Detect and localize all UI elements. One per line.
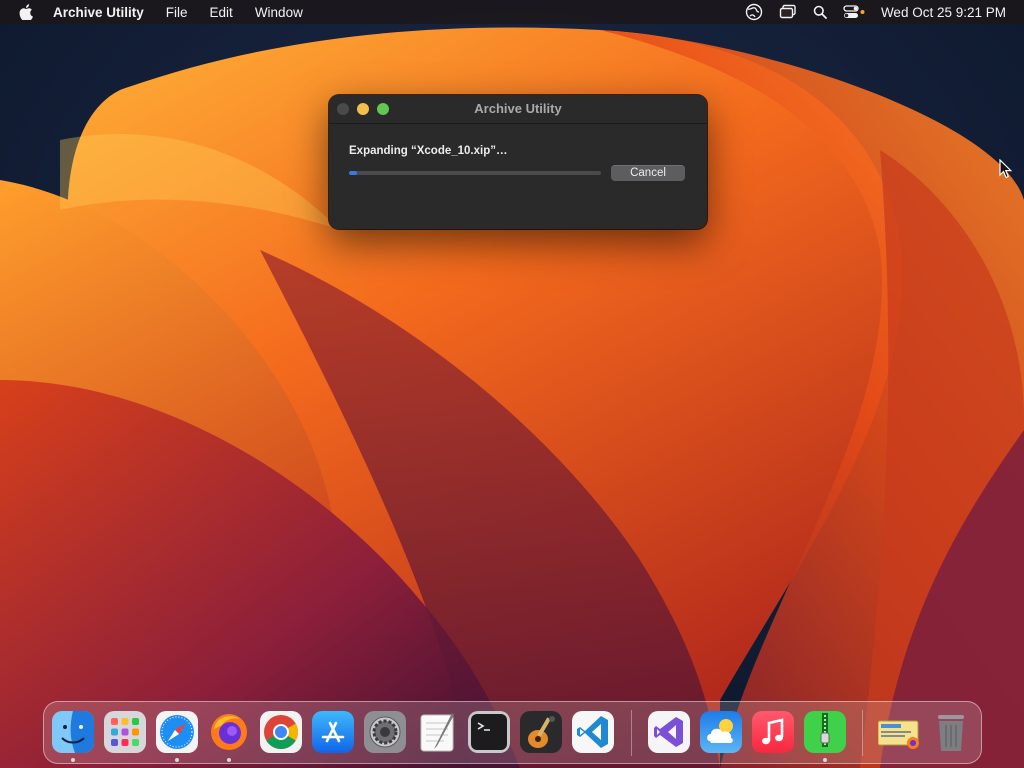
menu-edit[interactable]: Edit	[210, 5, 233, 20]
terminal-icon[interactable]	[468, 711, 510, 753]
app-store-icon[interactable]	[312, 711, 354, 753]
vscode-icon[interactable]	[572, 711, 614, 753]
dock-separator	[862, 710, 863, 756]
progress-bar	[349, 171, 601, 175]
running-indicator	[823, 758, 827, 762]
window-titlebar[interactable]: Archive Utility	[329, 95, 707, 124]
safari-icon[interactable]	[156, 711, 198, 753]
menu-clock[interactable]: Wed Oct 25 9:21 PM	[881, 5, 1006, 20]
trash-icon[interactable]	[930, 711, 972, 753]
menu-file[interactable]: File	[166, 5, 188, 20]
network-globe-icon[interactable]	[745, 3, 763, 21]
control-center-icon[interactable]	[843, 5, 865, 19]
cancel-button[interactable]: Cancel	[611, 165, 685, 181]
visual-studio-icon[interactable]	[648, 711, 690, 753]
window-title: Archive Utility	[474, 101, 562, 116]
firefox-icon[interactable]	[208, 711, 250, 753]
dock-separator	[631, 710, 632, 756]
launchpad-icon[interactable]	[104, 711, 146, 753]
running-indicator	[227, 758, 231, 762]
textedit-icon[interactable]	[416, 711, 458, 753]
menu-window[interactable]: Window	[255, 5, 303, 20]
downloads-stack-icon[interactable]	[878, 711, 920, 753]
weather-icon[interactable]	[700, 711, 742, 753]
menu-app-name[interactable]: Archive Utility	[53, 5, 144, 20]
dock	[43, 701, 982, 764]
music-icon[interactable]	[752, 711, 794, 753]
progress-fill	[349, 171, 357, 175]
running-indicator	[71, 758, 75, 762]
screen-mirroring-icon[interactable]	[779, 4, 797, 20]
archive-utility-icon[interactable]	[804, 711, 846, 753]
running-indicator	[175, 758, 179, 762]
apple-logo-icon[interactable]	[19, 3, 35, 21]
garageband-icon[interactable]	[520, 711, 562, 753]
chrome-icon[interactable]	[260, 711, 302, 753]
system-preferences-icon[interactable]	[364, 711, 406, 753]
menu-bar: Archive Utility File Edit Window Wed Oct…	[0, 0, 1024, 24]
mouse-pointer-icon	[999, 159, 1013, 179]
archive-utility-window: Archive Utility Expanding “Xcode_10.xip”…	[329, 95, 707, 229]
expanding-status-text: Expanding “Xcode_10.xip”…	[349, 145, 508, 157]
finder-icon[interactable]	[52, 711, 94, 753]
spotlight-search-icon[interactable]	[813, 5, 827, 19]
